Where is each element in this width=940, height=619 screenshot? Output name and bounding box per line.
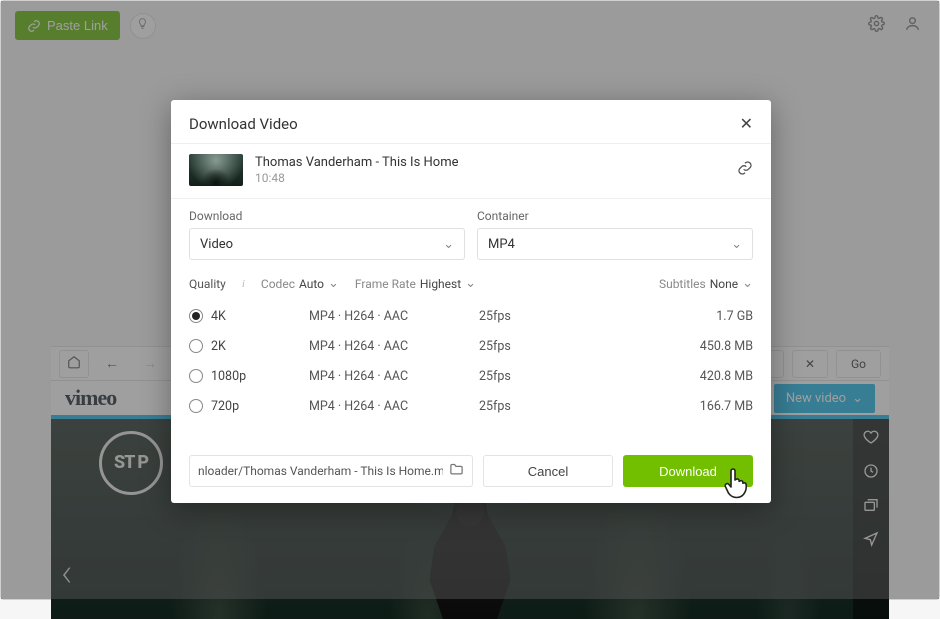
subtitles-filter[interactable]: Subtitles None ⌄ — [659, 276, 753, 291]
codec-label: MP4 · H264 · AAC — [309, 369, 479, 384]
download-type-label: Download — [189, 209, 465, 223]
quality-list: 4KMP4 · H264 · AAC25fps1.7 GB2KMP4 · H26… — [189, 301, 753, 421]
chevron-down-icon: ⌄ — [731, 237, 742, 252]
chevron-down-icon: ⌄ — [742, 276, 753, 291]
chevron-down-icon: ⌄ — [443, 237, 454, 252]
download-type-select[interactable]: Video ⌄ — [189, 228, 465, 260]
container-select[interactable]: MP4 ⌄ — [477, 228, 753, 260]
quality-label: 4K — [211, 309, 226, 324]
info-icon[interactable]: i — [242, 278, 245, 290]
codec-label: MP4 · H264 · AAC — [309, 399, 479, 414]
close-icon: ✕ — [740, 114, 753, 133]
quality-label: 720p — [211, 399, 239, 414]
dialog-title: Download Video — [189, 115, 298, 133]
fps-label: 25fps — [479, 369, 559, 384]
chevron-down-icon: ⌄ — [328, 276, 339, 291]
quality-row[interactable]: 2K MP4 · H264 · AAC25fps450.8 MB — [189, 331, 753, 361]
size-label: 450.8 MB — [559, 339, 753, 354]
folder-icon[interactable] — [449, 462, 464, 480]
quality-row[interactable]: 720p MP4 · H264 · AAC25fps166.7 MB — [189, 391, 753, 421]
radio-icon — [189, 309, 203, 323]
size-label: 1.7 GB — [559, 309, 753, 324]
quality-radio[interactable]: 4K — [189, 309, 309, 324]
quality-row[interactable]: 4K MP4 · H264 · AAC25fps1.7 GB — [189, 301, 753, 331]
fps-label: 25fps — [479, 399, 559, 414]
output-path-text: nloader/Thomas Vanderham - This Is Home.… — [198, 464, 443, 478]
quality-row[interactable]: 1080p MP4 · H264 · AAC25fps420.8 MB — [189, 361, 753, 391]
cancel-button[interactable]: Cancel — [483, 455, 613, 487]
quality-radio[interactable]: 2K — [189, 339, 309, 354]
radio-icon — [189, 339, 203, 353]
quality-label: 2K — [211, 339, 226, 354]
source-link-button[interactable] — [737, 160, 753, 180]
quality-radio[interactable]: 1080p — [189, 369, 309, 384]
quality-radio[interactable]: 720p — [189, 399, 309, 414]
container-label: Container — [477, 209, 753, 223]
video-title: Thomas Vanderham - This Is Home — [255, 155, 725, 170]
fps-label: 25fps — [479, 309, 559, 324]
download-button[interactable]: Download — [623, 455, 753, 487]
video-thumbnail — [189, 154, 243, 186]
radio-icon — [189, 369, 203, 383]
download-video-dialog: Download Video ✕ Thomas Vanderham - This… — [171, 100, 771, 503]
link-icon — [737, 161, 753, 180]
codec-filter[interactable]: Codec Auto ⌄ — [261, 276, 339, 291]
chevron-down-icon: ⌄ — [465, 276, 476, 291]
output-path-field[interactable]: nloader/Thomas Vanderham - This Is Home.… — [189, 455, 473, 487]
codec-label: MP4 · H264 · AAC — [309, 309, 479, 324]
close-button[interactable]: ✕ — [740, 114, 753, 133]
framerate-filter[interactable]: Frame Rate Highest ⌄ — [355, 276, 476, 291]
video-duration: 10:48 — [255, 171, 725, 185]
fps-label: 25fps — [479, 339, 559, 354]
codec-label: MP4 · H264 · AAC — [309, 339, 479, 354]
size-label: 166.7 MB — [559, 399, 753, 414]
radio-icon — [189, 399, 203, 413]
quality-label: Quality — [189, 277, 226, 291]
size-label: 420.8 MB — [559, 369, 753, 384]
quality-label: 1080p — [211, 369, 246, 384]
